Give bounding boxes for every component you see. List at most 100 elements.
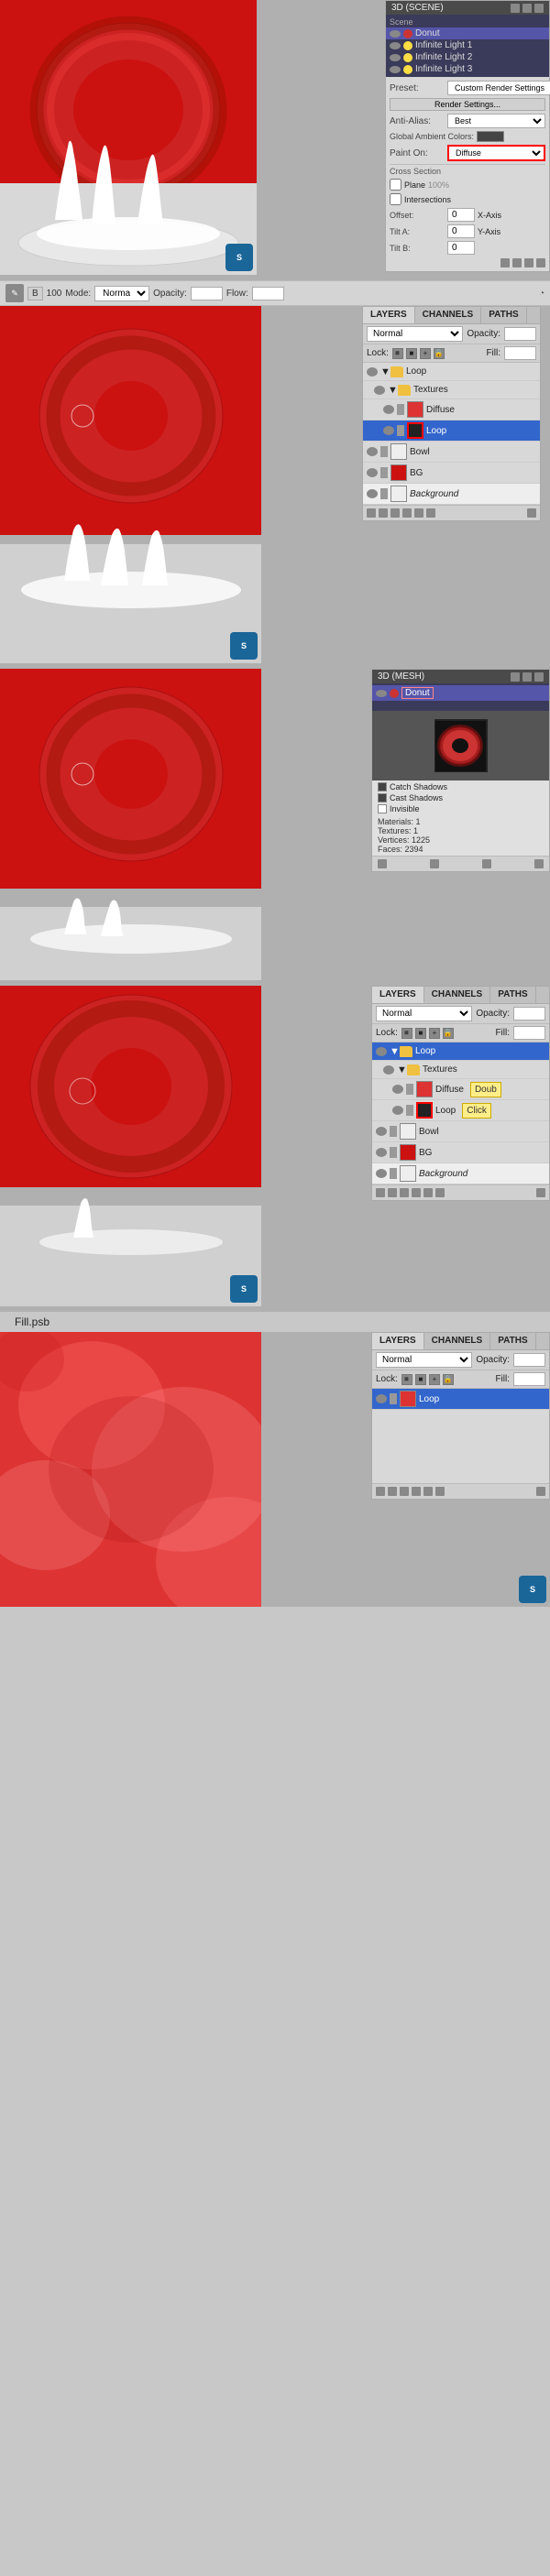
layers-icon-fx[interactable] — [379, 508, 388, 518]
layer-bg[interactable]: BG — [363, 463, 540, 484]
blend-mode-2[interactable]: Normal — [367, 326, 463, 342]
mesh-icon-btn-3[interactable] — [534, 672, 544, 682]
layers4-icon-group[interactable] — [424, 1188, 433, 1197]
mesh-bottom-icon-3[interactable] — [482, 859, 491, 868]
lock-transparent-icon[interactable]: ◾ — [392, 348, 403, 359]
lock-a-icon-5[interactable]: 🔒 — [443, 1374, 454, 1385]
airbrush-icon[interactable]: ◔ — [539, 289, 544, 299]
lock-p-icon-4[interactable]: ■ — [415, 1028, 426, 1039]
layer4-eye-bg[interactable] — [376, 1148, 387, 1157]
fill-val-5[interactable]: 100% — [513, 1372, 545, 1386]
mesh-item-donut[interactable]: Donut — [372, 685, 549, 701]
panel-icon-2[interactable] — [522, 4, 532, 13]
offset-input[interactable] — [447, 208, 475, 222]
layer4-background[interactable]: Background — [372, 1163, 549, 1184]
layers5-icon-fx[interactable] — [388, 1487, 397, 1496]
layers-icon-mask[interactable] — [390, 508, 400, 518]
layers-icon-delete[interactable] — [527, 508, 536, 518]
catch-shadows-checkbox[interactable] — [378, 782, 387, 791]
lock-pos-icon-4[interactable]: + — [429, 1028, 440, 1039]
layers-icon-adj[interactable] — [402, 508, 412, 518]
flow-input[interactable]: 50% — [252, 287, 284, 300]
tab-channels-2[interactable]: CHANNELS — [415, 307, 482, 323]
layer4-eye-diffuse[interactable] — [392, 1085, 403, 1094]
mesh-bottom-icon-2[interactable] — [430, 859, 439, 868]
brush-tool-icon[interactable]: ✎ — [6, 284, 24, 302]
scene-action-icon-4[interactable] — [536, 258, 545, 267]
layers5-icon-adj[interactable] — [412, 1487, 421, 1496]
layers4-icon-mask[interactable] — [400, 1188, 409, 1197]
layer-eye-textures[interactable] — [374, 386, 385, 395]
layer-expand-textures[interactable]: ▼ — [388, 385, 395, 396]
blend-mode-5[interactable]: Normal — [376, 1352, 472, 1368]
lock-t-icon-4[interactable]: ◾ — [402, 1028, 412, 1039]
lock-a-icon-4[interactable]: 🔒 — [443, 1028, 454, 1039]
layers4-icon-fx[interactable] — [388, 1188, 397, 1197]
layer4-eye-loop[interactable] — [376, 1047, 387, 1056]
layer-bowl[interactable]: Bowl — [363, 442, 540, 463]
layer4-bg[interactable]: BG — [372, 1142, 549, 1163]
layer-eye-loop3d[interactable] — [383, 426, 394, 435]
layers5-icon-new[interactable] — [435, 1487, 445, 1496]
tab-layers-2[interactable]: LAYERS — [363, 307, 415, 323]
layer4-expand-loop[interactable]: ▼ — [390, 1046, 397, 1057]
layer5-loop[interactable]: Loop — [372, 1389, 549, 1410]
tab-channels-5[interactable]: CHANNELS — [424, 1333, 491, 1349]
layers5-icon-mask[interactable] — [400, 1487, 409, 1496]
layer-eye-diffuse[interactable] — [383, 405, 394, 414]
lock-p-icon-5[interactable]: ■ — [415, 1374, 426, 1385]
layers4-icon-new[interactable] — [435, 1188, 445, 1197]
panel-icon-3[interactable] — [534, 4, 544, 13]
intersections-checkbox[interactable] — [390, 193, 402, 205]
layer4-bowl[interactable]: Bowl — [372, 1121, 549, 1142]
tab-layers-5[interactable]: LAYERS — [372, 1333, 424, 1349]
layer4-diffuse[interactable]: Diffuse Doub — [372, 1079, 549, 1100]
layers-icon-group[interactable] — [414, 508, 424, 518]
tab-layers-4[interactable]: LAYERS — [372, 987, 424, 1003]
cast-shadows-checkbox[interactable] — [378, 793, 387, 802]
layer4-eye-background[interactable] — [376, 1169, 387, 1178]
layers-icon-link[interactable] — [367, 508, 376, 518]
mesh-eye-donut[interactable] — [376, 690, 387, 697]
layer-diffuse[interactable]: Diffuse — [363, 399, 540, 420]
fill-val-2[interactable]: 100% — [504, 346, 536, 360]
preset-dropdown[interactable]: Custom Render Settings — [447, 81, 550, 95]
mesh-bottom-icon-4[interactable] — [534, 859, 544, 868]
scene-item-light1[interactable]: Infinite Light 1 — [386, 39, 549, 51]
mesh-bottom-icon-1[interactable] — [378, 859, 387, 868]
tab-paths-2[interactable]: PATHS — [481, 307, 526, 323]
lock-pixels-icon[interactable]: ■ — [406, 348, 417, 359]
layers-icon-new[interactable] — [426, 508, 435, 518]
layers4-icon-adj[interactable] — [412, 1188, 421, 1197]
layer-loop-group[interactable]: ▼ Loop — [363, 363, 540, 381]
eye-icon-light1[interactable] — [390, 42, 401, 49]
fill-val-4[interactable]: 100% — [513, 1026, 545, 1040]
tilta-input[interactable] — [447, 224, 475, 238]
eye-icon-donut[interactable] — [390, 30, 401, 38]
opacity-val-5[interactable]: 100% — [513, 1353, 545, 1367]
layers5-icon-group[interactable] — [424, 1487, 433, 1496]
opacity-input[interactable]: 50% — [191, 287, 223, 300]
layer4-eye-bowl[interactable] — [376, 1127, 387, 1136]
lock-all-icon[interactable]: 🔒 — [434, 348, 445, 359]
scene-item-light2[interactable]: Infinite Light 2 — [386, 51, 549, 63]
lock-position-icon[interactable]: + — [420, 348, 431, 359]
layers5-icon-link[interactable] — [376, 1487, 385, 1496]
layers5-icon-delete[interactable] — [536, 1487, 545, 1496]
mesh-icon-btn-2[interactable] — [522, 672, 532, 682]
layer4-textures-group[interactable]: ▼ Textures — [372, 1061, 549, 1079]
opacity-val-4[interactable]: 100% — [513, 1007, 545, 1021]
panel-icon-1[interactable] — [511, 4, 520, 13]
layer4-eye-textures[interactable] — [383, 1065, 394, 1075]
ambient-color-swatch[interactable] — [477, 131, 504, 142]
lock-t-icon-5[interactable]: ◾ — [402, 1374, 412, 1385]
antialias-dropdown[interactable]: Best — [447, 114, 545, 128]
layer-eye-bg[interactable] — [367, 468, 378, 477]
tab-paths-4[interactable]: PATHS — [490, 987, 535, 1003]
painton-dropdown[interactable]: Diffuse — [447, 145, 545, 161]
layer4-loop-group[interactable]: ▼ Loop — [372, 1042, 549, 1061]
blend-mode-4[interactable]: Normal — [376, 1006, 472, 1021]
mode-dropdown[interactable]: Normal — [94, 286, 149, 301]
layers4-icon-delete[interactable] — [536, 1188, 545, 1197]
mesh-icon-btn-1[interactable] — [511, 672, 520, 682]
